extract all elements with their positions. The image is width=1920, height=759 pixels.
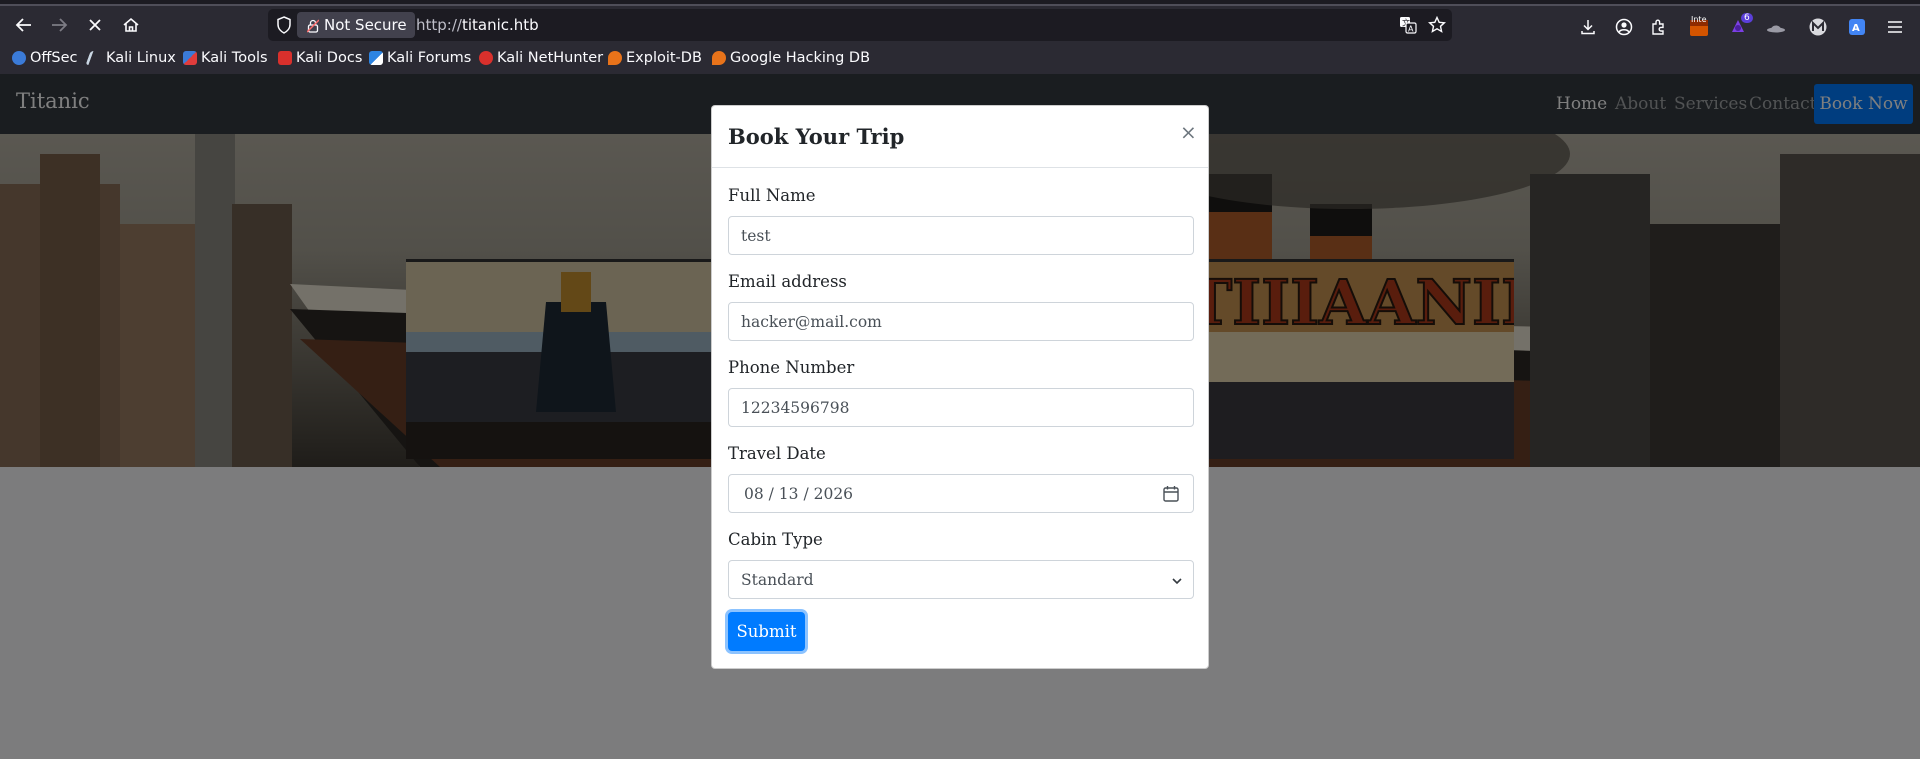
bookmark-label: Kali Tools xyxy=(201,50,268,66)
bookmark-kali-nethunter[interactable]: Kali NetHunter xyxy=(479,50,603,66)
bookmark-label: Kali Docs xyxy=(296,50,363,66)
bookmark-label: Google Hacking DB xyxy=(730,50,871,66)
close-icon[interactable]: × xyxy=(1180,120,1197,144)
extension-hat-icon[interactable] xyxy=(1765,16,1787,38)
extension-tag-label: Inte xyxy=(1691,15,1707,24)
bookmark-kali-docs[interactable]: Kali Docs xyxy=(278,50,362,66)
star-icon[interactable] xyxy=(1427,15,1447,35)
offsec-favicon-icon xyxy=(12,51,26,65)
extension-shield-badge-icon[interactable]: 6 xyxy=(1727,13,1753,38)
download-icon[interactable] xyxy=(1577,16,1599,38)
svg-text:A: A xyxy=(1852,23,1860,34)
forward-arrow-icon[interactable] xyxy=(44,11,74,39)
back-arrow-icon[interactable] xyxy=(9,11,39,39)
bookmark-label: Kali Linux xyxy=(106,50,176,66)
home-icon[interactable] xyxy=(116,11,146,39)
bookmark-label: Kali NetHunter xyxy=(497,50,604,66)
bookmark-kali-tools[interactable]: Kali Tools xyxy=(183,50,268,66)
url-host: titanic.htb xyxy=(461,16,539,34)
full-name-value: test xyxy=(741,226,771,245)
cabin-type-value: Standard xyxy=(741,570,814,589)
kali-tools-favicon-icon xyxy=(183,51,197,65)
phone-label: Phone Number xyxy=(728,358,855,377)
extensions-icon[interactable] xyxy=(1648,16,1670,38)
bookmark-offsec[interactable]: OffSec xyxy=(12,50,78,66)
bookmark-label: Kali Forums xyxy=(387,50,472,66)
not-secure-indicator[interactable]: Not Secure xyxy=(297,12,415,38)
modal-header: Book Your Trip × xyxy=(712,106,1208,168)
account-icon[interactable] xyxy=(1613,16,1635,38)
email-input[interactable]: hacker@mail.com xyxy=(728,302,1194,341)
extension-tag-icon[interactable]: Inte xyxy=(1688,15,1710,38)
bookmark-kali-forums[interactable]: Kali Forums xyxy=(369,50,471,66)
extension-m-icon[interactable] xyxy=(1807,16,1829,38)
exploit-db-favicon-icon xyxy=(608,51,622,65)
email-label: Email address xyxy=(728,272,847,291)
modal-title: Book Your Trip xyxy=(728,124,905,149)
kali-dragon-icon xyxy=(85,51,105,65)
stop-loading-icon[interactable] xyxy=(80,11,110,39)
extension-badge-count: 6 xyxy=(1741,13,1753,23)
kali-docs-favicon-icon xyxy=(278,51,292,65)
url-scheme: http:// xyxy=(416,16,462,34)
phone-value: 12234596798 xyxy=(741,398,850,417)
travel-date-input[interactable]: 08 / 13 / 2026 xyxy=(728,474,1194,513)
hamburger-menu-icon[interactable] xyxy=(1884,16,1906,38)
page-viewport: Titanic Home About Services Contact Book… xyxy=(0,74,1920,759)
bookmark-kali-linux[interactable]: Kali Linux xyxy=(85,50,176,66)
bookmark-label: Exploit-DB xyxy=(626,50,702,66)
phone-input[interactable]: 12234596798 xyxy=(728,388,1194,427)
tracking-shield-icon[interactable] xyxy=(276,16,294,34)
browser-toolbar: Not Secure http://titanic.htb 文A Inte 6 … xyxy=(0,6,1920,44)
full-name-input[interactable]: test xyxy=(728,216,1194,255)
translate-icon[interactable]: 文A xyxy=(1398,15,1418,35)
chevron-down-icon xyxy=(1171,573,1183,585)
book-trip-modal: Book Your Trip × Full Name test Email ad… xyxy=(711,105,1209,669)
bookmark-exploit-db[interactable]: Exploit-DB xyxy=(608,50,702,66)
travel-date-label: Travel Date xyxy=(728,444,826,463)
full-name-label: Full Name xyxy=(728,186,816,205)
cabin-type-label: Cabin Type xyxy=(728,530,823,549)
url-text[interactable]: http://titanic.htb xyxy=(416,16,539,34)
insecure-lock-icon xyxy=(306,19,320,33)
extension-translate-icon[interactable]: A xyxy=(1846,16,1868,38)
ghdb-favicon-icon xyxy=(712,51,726,65)
url-bar[interactable]: Not Secure http://titanic.htb 文A xyxy=(268,9,1452,41)
kali-forums-favicon-icon xyxy=(369,51,383,65)
bookmark-google-hacking-db[interactable]: Google Hacking DB xyxy=(712,50,870,66)
calendar-icon[interactable] xyxy=(1163,485,1179,502)
bookmarks-bar: OffSec Kali Linux Kali Tools Kali Docs K… xyxy=(0,44,1920,74)
submit-button[interactable]: Submit xyxy=(728,612,805,651)
email-value: hacker@mail.com xyxy=(741,312,882,331)
not-secure-label: Not Secure xyxy=(324,16,407,34)
cabin-type-select[interactable]: Standard xyxy=(728,560,1194,599)
travel-date-value: 08 / 13 / 2026 xyxy=(744,484,854,503)
svg-text:A: A xyxy=(1408,25,1414,34)
bookmark-label: OffSec xyxy=(30,50,78,66)
nethunter-favicon-icon xyxy=(479,51,493,65)
